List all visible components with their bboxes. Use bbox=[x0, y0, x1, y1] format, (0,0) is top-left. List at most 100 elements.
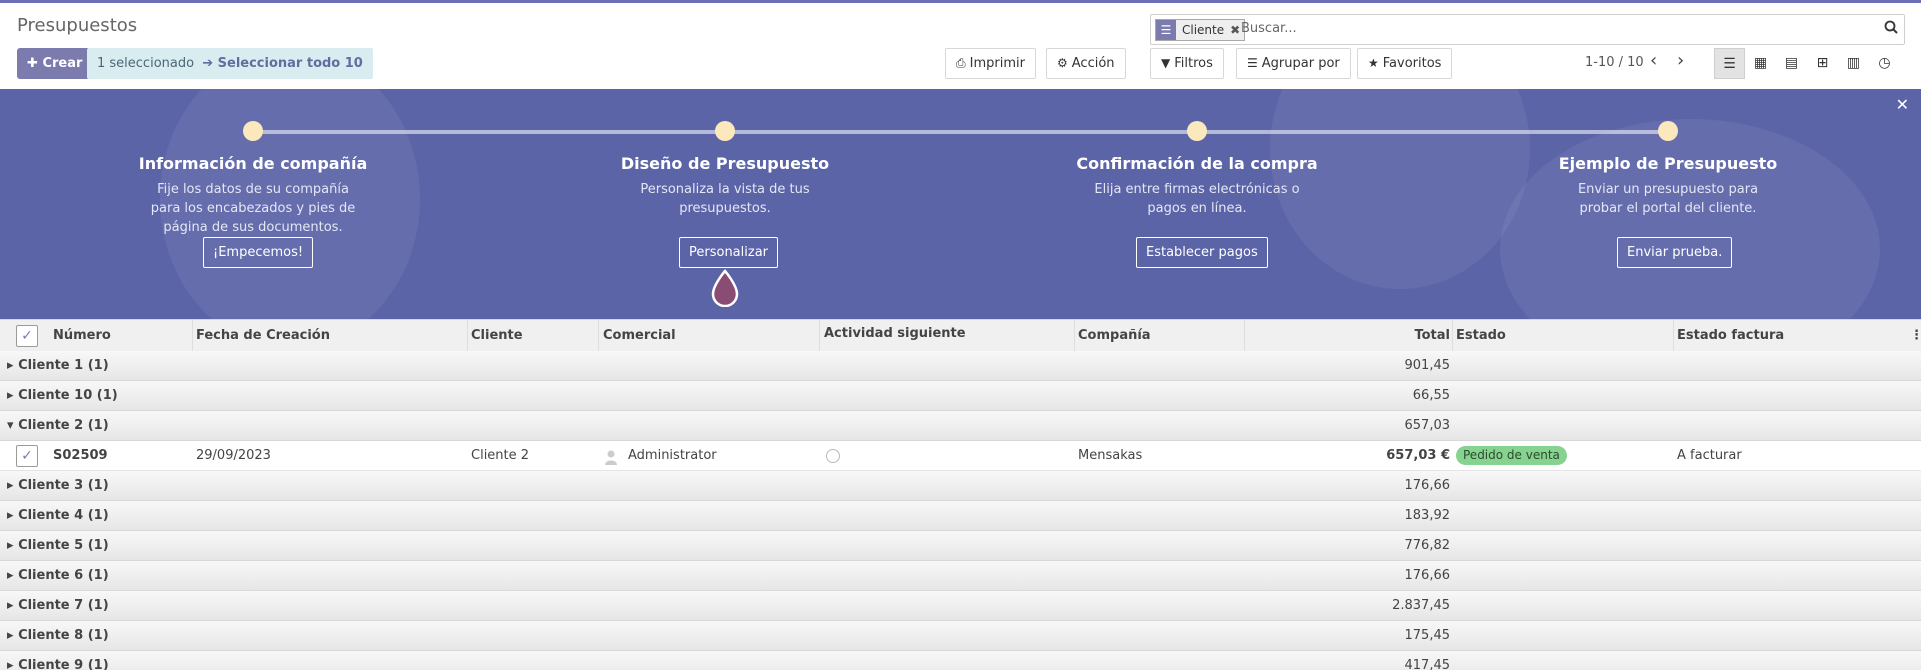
arrow-right-icon: ➔ bbox=[202, 56, 214, 71]
search-facet[interactable]: ☰ Cliente ✖ bbox=[1155, 19, 1246, 41]
create-button[interactable]: ✚ Crear bbox=[17, 48, 93, 79]
gear-icon: ⚙ bbox=[1057, 56, 1068, 70]
action-button[interactable]: ⚙ Acción bbox=[1046, 48, 1126, 79]
column-separator bbox=[1074, 320, 1075, 353]
column-number[interactable]: Número bbox=[53, 328, 111, 343]
group-name: ▾ Cliente 2 (1) bbox=[7, 418, 109, 433]
user-avatar-icon bbox=[605, 450, 617, 465]
plus-icon: ✚ bbox=[27, 56, 38, 71]
group-label: Cliente 9 (1) bbox=[18, 658, 109, 670]
column-total[interactable]: Total bbox=[1414, 328, 1450, 343]
filter-icon: ▼ bbox=[1161, 56, 1171, 70]
group-name: ▸ Cliente 7 (1) bbox=[7, 598, 109, 613]
group-total: 2.837,45 bbox=[1392, 598, 1450, 613]
column-invoice-status[interactable]: Estado factura bbox=[1677, 328, 1784, 343]
group-row[interactable]: ▸ Cliente 3 (1) 176,66 bbox=[0, 471, 1921, 501]
group-total: 417,45 bbox=[1404, 658, 1451, 670]
group-row[interactable]: ▸ Cliente 8 (1) 175,45 bbox=[0, 621, 1921, 651]
calendar-view-icon[interactable]: ▤ bbox=[1776, 48, 1807, 79]
column-separator bbox=[1452, 320, 1453, 353]
progress-track bbox=[252, 130, 1668, 134]
record-date: 29/09/2023 bbox=[196, 448, 271, 463]
select-all-checkbox[interactable]: ✓ bbox=[16, 325, 38, 347]
group-label: Cliente 5 (1) bbox=[18, 538, 109, 553]
bars-icon: ☰ bbox=[1247, 56, 1258, 70]
send-sample-button[interactable]: Enviar prueba. bbox=[1617, 237, 1733, 268]
group-row[interactable]: ▸ Cliente 4 (1) 183,92 bbox=[0, 501, 1921, 531]
group-by-button[interactable]: ☰ Agrupar por bbox=[1236, 48, 1351, 79]
group-row[interactable]: ▸ Cliente 10 (1) 66,55 bbox=[0, 381, 1921, 411]
chevron-right-icon[interactable]: › bbox=[1677, 51, 1684, 71]
step-description: Personaliza la vista de tus presupuestos… bbox=[640, 182, 810, 216]
filters-button[interactable]: ▼ Filtros bbox=[1150, 48, 1224, 79]
column-separator bbox=[467, 320, 468, 353]
banner-bg-shape bbox=[1500, 119, 1880, 319]
group-total: 176,66 bbox=[1404, 568, 1451, 583]
action-label: Acción bbox=[1071, 56, 1115, 71]
step-dot bbox=[1187, 121, 1207, 141]
customize-button[interactable]: Personalizar bbox=[679, 237, 779, 268]
column-separator bbox=[1244, 320, 1245, 353]
group-total: 66,55 bbox=[1412, 388, 1450, 403]
favorites-button[interactable]: ★ Favoritos bbox=[1357, 48, 1453, 79]
print-button[interactable]: ⎙ Imprimir bbox=[945, 48, 1036, 79]
group-total: 901,45 bbox=[1404, 358, 1451, 373]
list-view-icon[interactable]: ☰ bbox=[1714, 48, 1745, 79]
chevron-left-icon[interactable]: ‹ bbox=[1650, 51, 1657, 71]
record-number: S02509 bbox=[53, 448, 108, 463]
record-customer: Cliente 2 bbox=[471, 448, 530, 463]
pager-value[interactable]: 1-10 / 10 bbox=[1585, 55, 1644, 70]
list-header: ✓ Número Fecha de Creación Cliente Comer… bbox=[0, 319, 1921, 353]
pivot-view-icon[interactable]: ⊞ bbox=[1807, 48, 1838, 79]
group-total: 183,92 bbox=[1404, 508, 1451, 523]
group-label: Cliente 3 (1) bbox=[18, 478, 109, 493]
group-label: Cliente 1 (1) bbox=[18, 358, 109, 373]
group-row-expanded[interactable]: ▾ Cliente 2 (1) 657,03 bbox=[0, 411, 1921, 441]
step-dot bbox=[715, 121, 735, 141]
group-name: ▸ Cliente 1 (1) bbox=[7, 358, 109, 373]
search-box: ☰ Cliente ✖ Buscar... bbox=[1150, 14, 1905, 45]
group-row[interactable]: ▸ Cliente 6 (1) 176,66 bbox=[0, 561, 1921, 591]
column-date[interactable]: Fecha de Creación bbox=[196, 328, 330, 343]
lets-start-button[interactable]: ¡Empecemos! bbox=[203, 237, 314, 268]
group-label: Cliente 8 (1) bbox=[18, 628, 109, 643]
column-activity[interactable]: Actividad siguiente bbox=[824, 326, 966, 341]
activity-view-icon[interactable]: ◷ bbox=[1869, 48, 1900, 79]
close-banner-icon[interactable]: ✕ bbox=[1896, 95, 1909, 114]
group-row[interactable]: ▸ Cliente 9 (1) 417,45 bbox=[0, 651, 1921, 670]
group-label: Cliente 2 (1) bbox=[18, 418, 109, 433]
table-row[interactable]: ✓ S02509 29/09/2023 Cliente 2 Administra… bbox=[0, 441, 1921, 471]
view-switcher: ☰ ▦ ▤ ⊞ ▥ ◷ bbox=[1714, 48, 1900, 79]
search-icon[interactable] bbox=[1884, 20, 1898, 38]
step-dot bbox=[243, 121, 263, 141]
group-label: Cliente 4 (1) bbox=[18, 508, 109, 523]
group-total: 776,82 bbox=[1404, 538, 1451, 553]
create-label: Crear bbox=[42, 56, 83, 71]
step-title: Confirmación de la compra bbox=[1076, 154, 1318, 173]
group-row[interactable]: ▸ Cliente 7 (1) 2.837,45 bbox=[0, 591, 1921, 621]
step-title: Información de compañía bbox=[138, 154, 368, 173]
group-row[interactable]: ▸ Cliente 1 (1) 901,45 bbox=[0, 351, 1921, 381]
optional-columns-icon[interactable]: ⋮ bbox=[1910, 328, 1921, 343]
control-panel: Presupuestos ✚ Crear 1 seleccionado ➔ Se… bbox=[0, 3, 1921, 89]
set-payments-button[interactable]: Establecer pagos bbox=[1136, 237, 1268, 268]
row-checkbox[interactable]: ✓ bbox=[16, 445, 38, 467]
clock-icon[interactable] bbox=[826, 449, 840, 463]
breadcrumb: Presupuestos bbox=[17, 15, 138, 36]
graph-view-icon[interactable]: ▥ bbox=[1838, 48, 1869, 79]
select-all-label: Seleccionar todo 10 bbox=[217, 56, 363, 71]
group-total: 657,03 bbox=[1404, 418, 1451, 433]
select-all-link[interactable]: ➔ Seleccionar todo 10 bbox=[202, 56, 363, 71]
group-row[interactable]: ▸ Cliente 5 (1) 776,82 bbox=[0, 531, 1921, 561]
record-company: Mensakas bbox=[1078, 448, 1143, 463]
column-salesperson[interactable]: Comercial bbox=[603, 328, 676, 343]
search-input[interactable]: Buscar... bbox=[1241, 21, 1297, 36]
group-name: ▸ Cliente 5 (1) bbox=[7, 538, 109, 553]
column-customer[interactable]: Cliente bbox=[471, 328, 523, 343]
facet-value: Cliente bbox=[1182, 23, 1225, 37]
column-status[interactable]: Estado bbox=[1456, 328, 1506, 343]
filters-label: Filtros bbox=[1174, 56, 1213, 71]
kanban-view-icon[interactable]: ▦ bbox=[1745, 48, 1776, 79]
column-company[interactable]: Compañía bbox=[1078, 328, 1151, 343]
group-name: ▸ Cliente 6 (1) bbox=[7, 568, 109, 583]
